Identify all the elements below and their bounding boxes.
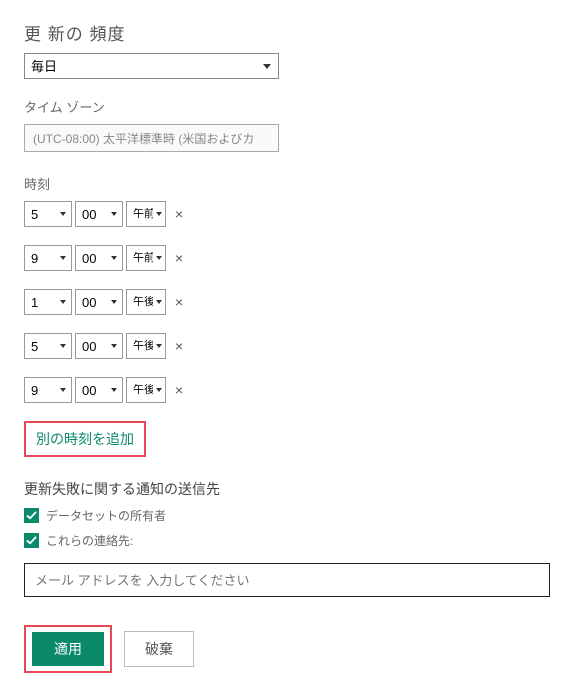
time-row: 100午後 × [24,289,538,315]
ampm-select[interactable]: 午前 [126,245,166,271]
time-row: 500午後 × [24,333,538,359]
email-input[interactable] [24,563,550,597]
owner-checkbox-label: データセットの所有者 [46,507,166,524]
timezone-label: タイム ゾーン [24,97,538,116]
contacts-checkbox-label: これらの連絡先: [46,532,133,549]
time-row: 900午前 × [24,245,538,271]
hour-select[interactable]: 5 [24,201,72,227]
remove-time-icon[interactable]: × [171,382,187,398]
remove-time-icon[interactable]: × [171,294,187,310]
minute-select[interactable]: 00 [75,377,123,403]
hour-select[interactable]: 5 [24,333,72,359]
remove-time-icon[interactable]: × [171,206,187,222]
hour-select[interactable]: 9 [24,245,72,271]
frequency-title: 更 新の 頻度 [24,20,538,45]
hour-select[interactable]: 9 [24,377,72,403]
add-time-highlight: 別の時刻を追加 [24,421,146,457]
minute-select[interactable]: 00 [75,289,123,315]
time-row: 500午前 × [24,201,538,227]
contacts-checkbox[interactable] [24,533,39,548]
remove-time-icon[interactable]: × [171,250,187,266]
timezone-input[interactable] [24,124,279,152]
minute-select[interactable]: 00 [75,333,123,359]
apply-button[interactable]: 適用 [32,632,104,666]
minute-select[interactable]: 00 [75,201,123,227]
apply-highlight: 適用 [24,625,112,673]
ampm-select[interactable]: 午後 [126,333,166,359]
remove-time-icon[interactable]: × [171,338,187,354]
owner-checkbox[interactable] [24,508,39,523]
ampm-select[interactable]: 午後 [126,377,166,403]
notify-title: 更新失敗に関する通知の送信先 [24,479,538,499]
minute-select[interactable]: 00 [75,245,123,271]
ampm-select[interactable]: 午前 [126,201,166,227]
time-row: 900午後 × [24,377,538,403]
add-time-link[interactable]: 別の時刻を追加 [36,431,134,447]
hour-select[interactable]: 1 [24,289,72,315]
frequency-select[interactable]: 毎日 [24,53,279,79]
time-label: 時刻 [24,174,538,193]
discard-button[interactable]: 破棄 [124,631,194,667]
ampm-select[interactable]: 午後 [126,289,166,315]
